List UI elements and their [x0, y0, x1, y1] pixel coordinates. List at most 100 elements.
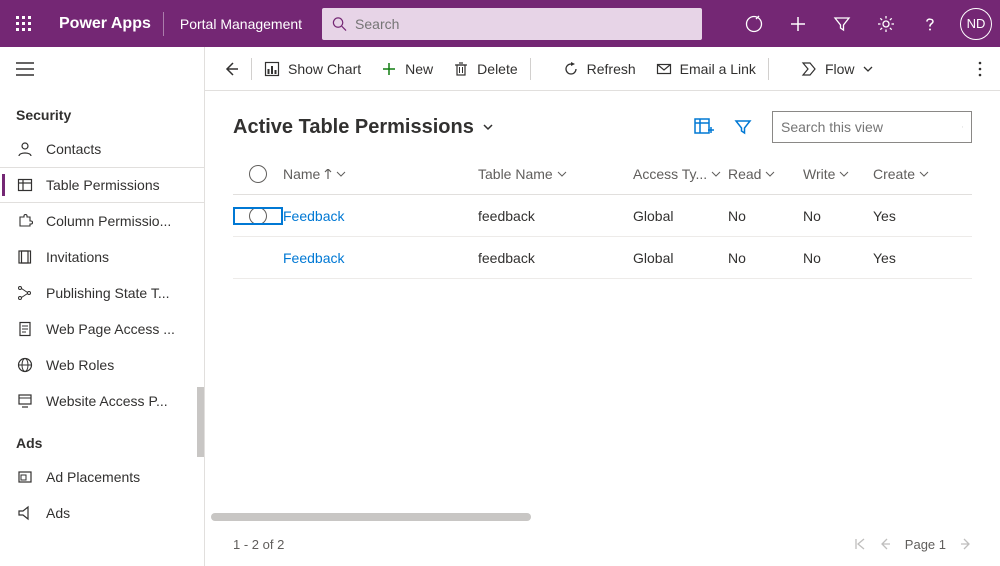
- sidebar-item-web-page-access[interactable]: Web Page Access ...: [0, 311, 204, 347]
- column-header-name[interactable]: Name: [283, 166, 478, 182]
- overflow-button[interactable]: [968, 47, 992, 91]
- global-search[interactable]: [322, 8, 702, 40]
- back-button[interactable]: [213, 47, 249, 91]
- invitation-icon: [16, 248, 34, 266]
- global-header: Power Apps Portal Management ND: [0, 0, 1000, 47]
- funnel-icon: [833, 15, 851, 33]
- header-assistant-button[interactable]: [732, 0, 776, 47]
- sidebar-toggle[interactable]: [0, 47, 204, 91]
- table-icon: [16, 176, 34, 194]
- search-icon: [962, 119, 963, 135]
- table-row[interactable]: Feedback feedback Global No No Yes: [233, 195, 972, 237]
- cmd-label: Flow: [825, 61, 855, 77]
- plus-icon: [789, 15, 807, 33]
- cmd-label: Refresh: [587, 61, 636, 77]
- circle-icon: [249, 207, 267, 225]
- row-name-link[interactable]: Feedback: [283, 208, 344, 224]
- view-selector[interactable]: Active Table Permissions: [233, 116, 494, 139]
- sidebar-item-label: Invitations: [46, 249, 109, 265]
- row-name-link[interactable]: Feedback: [283, 250, 344, 266]
- column-header-read[interactable]: Read: [728, 166, 803, 182]
- chevron-down-icon: [919, 169, 929, 179]
- view-search[interactable]: [772, 111, 972, 143]
- search-icon: [332, 16, 347, 32]
- email-split-button[interactable]: [771, 47, 791, 91]
- filter-button[interactable]: [734, 118, 752, 136]
- chart-icon: [264, 61, 280, 77]
- cmd-separator: [251, 58, 252, 80]
- next-page-icon[interactable]: [960, 538, 972, 550]
- view-search-input[interactable]: [781, 119, 962, 135]
- chevron-down-icon: [482, 121, 494, 133]
- sidebar: Security Contacts Table Permissions Colu…: [0, 47, 205, 566]
- delete-split-button[interactable]: [533, 47, 553, 91]
- puzzle-icon: [16, 212, 34, 230]
- circle-icon: [249, 165, 267, 183]
- header-help-button[interactable]: [908, 0, 952, 47]
- sidebar-item-label: Publishing State T...: [46, 285, 169, 301]
- sidebar-item-website-access[interactable]: Website Access P...: [0, 383, 204, 419]
- grid-footer: 1 - 2 of 2 Page 1: [205, 522, 1000, 566]
- edit-columns-button[interactable]: [694, 118, 714, 136]
- delete-icon: [453, 61, 469, 77]
- contacts-icon: [16, 140, 34, 158]
- record-count: 1 - 2 of 2: [233, 537, 284, 552]
- main-content: Show Chart New Delete Refresh Email a Li…: [205, 47, 1000, 566]
- chevron-down-icon: [863, 64, 873, 74]
- data-grid: Name Table Name Access Ty... Read Write …: [205, 153, 1000, 279]
- app-name[interactable]: Power Apps: [47, 15, 163, 33]
- row-checkbox[interactable]: [233, 207, 283, 225]
- show-chart-button[interactable]: Show Chart: [254, 47, 371, 91]
- delete-button[interactable]: Delete: [443, 47, 527, 91]
- sidebar-item-label: Ad Placements: [46, 469, 140, 485]
- nav-group-ads: Ads: [0, 419, 204, 459]
- flow-button[interactable]: Flow: [791, 47, 883, 91]
- horizontal-scrollbar[interactable]: [211, 513, 531, 521]
- sidebar-item-contacts[interactable]: Contacts: [0, 131, 204, 167]
- sidebar-item-web-roles[interactable]: Web Roles: [0, 347, 204, 383]
- header-settings-button[interactable]: [864, 0, 908, 47]
- nav-group-security: Security: [0, 91, 204, 131]
- cell-create: Yes: [873, 208, 948, 224]
- app-sub-name[interactable]: Portal Management: [164, 16, 318, 32]
- table-row[interactable]: Feedback feedback Global No No Yes: [233, 237, 972, 279]
- sidebar-scrollbar[interactable]: [197, 387, 204, 457]
- sidebar-item-label: Web Page Access ...: [46, 321, 175, 337]
- header-add-button[interactable]: [776, 0, 820, 47]
- cell-access-type: Global: [633, 250, 728, 266]
- column-header-access-type[interactable]: Access Ty...: [633, 166, 728, 182]
- chevron-down-icon: [711, 169, 721, 179]
- column-header-table-name[interactable]: Table Name: [478, 166, 633, 182]
- cmd-separator: [530, 58, 531, 80]
- sidebar-item-publishing-state[interactable]: Publishing State T...: [0, 275, 204, 311]
- email-link-button[interactable]: Email a Link: [646, 47, 766, 91]
- cmd-separator: [768, 58, 769, 80]
- sidebar-item-invitations[interactable]: Invitations: [0, 239, 204, 275]
- sidebar-item-label: Contacts: [46, 141, 101, 157]
- sidebar-item-column-permissions[interactable]: Column Permissio...: [0, 203, 204, 239]
- cmd-label: New: [405, 61, 433, 77]
- sidebar-item-table-permissions[interactable]: Table Permissions: [0, 167, 204, 203]
- global-search-input[interactable]: [355, 16, 692, 32]
- cell-table-name: feedback: [478, 208, 633, 224]
- app-launcher[interactable]: [0, 0, 47, 47]
- prev-page-icon[interactable]: [879, 538, 891, 550]
- sidebar-item-ad-placements[interactable]: Ad Placements: [0, 459, 204, 495]
- cmd-label: Email a Link: [680, 61, 756, 77]
- cmd-label: Show Chart: [288, 61, 361, 77]
- new-button[interactable]: New: [371, 47, 443, 91]
- view-title-text: Active Table Permissions: [233, 116, 474, 139]
- hamburger-icon: [16, 62, 34, 76]
- grid-header-row: Name Table Name Access Ty... Read Write …: [233, 153, 972, 195]
- header-filter-button[interactable]: [820, 0, 864, 47]
- user-avatar[interactable]: ND: [960, 8, 992, 40]
- select-all-checkbox[interactable]: [233, 165, 283, 183]
- more-icon: [978, 61, 982, 77]
- sidebar-item-ads[interactable]: Ads: [0, 495, 204, 531]
- refresh-button[interactable]: Refresh: [553, 47, 646, 91]
- cell-table-name: feedback: [478, 250, 633, 266]
- column-header-create[interactable]: Create: [873, 166, 948, 182]
- column-header-write[interactable]: Write: [803, 166, 873, 182]
- first-page-icon[interactable]: [853, 538, 865, 550]
- cell-access-type: Global: [633, 208, 728, 224]
